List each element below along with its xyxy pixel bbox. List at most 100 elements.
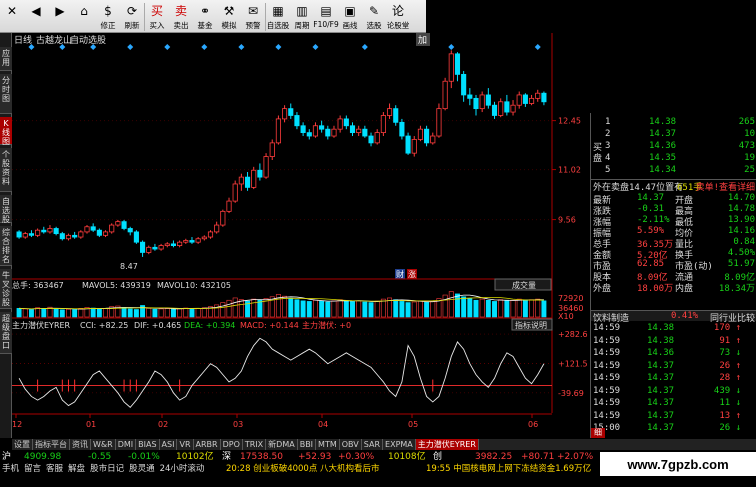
left-tab[interactable]: 牛叉诊股	[0, 269, 12, 309]
volume-bar	[41, 308, 47, 318]
correct-button[interactable]: $ 修正	[96, 0, 120, 33]
select-stock-button[interactable]: ✎ 选股	[362, 0, 386, 33]
bottom-menu-item[interactable]: 24小时滚动	[160, 464, 205, 474]
simulate-button[interactable]: ⚒ 模拟	[217, 0, 241, 33]
indicator-tab[interactable]: 设置	[12, 439, 33, 450]
indicator-tab[interactable]: ARBR	[194, 439, 221, 450]
indicator-tab[interactable]: DPO	[221, 439, 243, 450]
refresh-button[interactable]: ⟳ 刷新	[120, 0, 144, 33]
left-tab[interactable]: 综合排名	[0, 226, 12, 266]
indicator-tab[interactable]: DMI	[116, 439, 137, 450]
left-tab[interactable]: 应用	[0, 47, 12, 71]
tick-time: 14:59	[593, 398, 621, 408]
sz-change: +52.93	[298, 452, 332, 462]
candle-body	[491, 104, 498, 116]
candle-body	[393, 108, 399, 123]
left-side-tabs: 应用分时图 K线图个股资料自选股综合排名牛叉诊股超级盘口	[0, 33, 12, 438]
left-tab[interactable]: 分时图	[0, 74, 12, 114]
indicator-tab[interactable]: VR	[177, 439, 194, 450]
candle-body	[485, 94, 491, 106]
indicator-tab[interactable]: TRIX	[243, 439, 267, 450]
indicator-tab[interactable]: 指标平台	[33, 439, 70, 450]
volume-bar	[448, 291, 454, 318]
volume-bar	[226, 299, 232, 318]
bottom-menu-item[interactable]: 手机	[2, 464, 19, 474]
candle-body	[529, 97, 535, 104]
watchlist-button[interactable]: ▦ 自选股	[266, 0, 290, 33]
stat-value: -0.31	[637, 204, 665, 214]
x-tick-label: 03	[233, 420, 243, 429]
volume-bar	[492, 301, 497, 318]
buy-button[interactable]: 买买入	[145, 0, 169, 33]
volume-bar	[53, 308, 59, 318]
volume-bar	[220, 302, 226, 318]
x-tick-label: 05	[408, 420, 418, 429]
indicator-tab[interactable]: MTM	[316, 439, 340, 450]
volume-ma5: MAVOL5: 439319	[82, 281, 151, 290]
volume-bar	[103, 308, 108, 318]
period-button[interactable]: ▥ 周期	[290, 0, 314, 33]
candle-body	[121, 221, 127, 229]
volume-ma10: MAVOL10: 432105	[157, 281, 231, 290]
bottom-menu-item[interactable]: 解盘	[68, 464, 85, 474]
tick-volume: 28 ↑	[719, 373, 741, 383]
bottom-menu-item[interactable]: 股市日记	[90, 464, 124, 474]
forum-button[interactable]: 论论股堂	[386, 0, 410, 33]
fund-button[interactable]: ⚭ 基金	[193, 0, 217, 33]
indicator-tick-label: -39.69	[558, 389, 584, 398]
close-icon: ✕	[6, 4, 18, 18]
bottom-menu-item[interactable]: 股灵通	[129, 464, 155, 474]
cy-label: 创	[433, 452, 443, 462]
alert-button[interactable]: ✉ 预警	[241, 0, 265, 33]
volume-bar	[152, 308, 158, 318]
cy-change: +80.71	[521, 452, 555, 462]
indicator-tab[interactable]: BBI	[298, 439, 317, 450]
indicator-tab[interactable]: W&R	[91, 439, 116, 450]
news-2[interactable]: 19:55 中国核电网上网下冻结资金1.69万亿	[426, 464, 591, 475]
volume-bar	[66, 308, 71, 318]
volume-bar	[177, 308, 183, 318]
candle-body	[461, 73, 467, 96]
candle-body	[467, 94, 473, 99]
back-button[interactable]: ◀	[24, 0, 48, 33]
bottom-menu-item[interactable]: 留言	[24, 464, 41, 474]
volume-bar	[183, 307, 189, 318]
indicator-tab[interactable]: SAR	[362, 439, 384, 450]
volume-bar	[170, 308, 176, 318]
indicator-tab[interactable]: ASI	[160, 439, 178, 450]
indicator-tab[interactable]: 主力潜伏EYRER	[415, 439, 479, 450]
add-button[interactable]: 加	[418, 35, 427, 46]
left-tab[interactable]: 个股资料	[0, 148, 12, 192]
indicator-tab[interactable]: EXPMA	[383, 439, 416, 450]
tick-row: 14:59 14.37 11 ↓	[591, 398, 756, 409]
kline-chart[interactable]: 日线 古越龙山 自动选股 加 12.45 11.02 9.56 8.47 财 涨 总…	[12, 33, 590, 438]
bottom-menu-item[interactable]: 客服	[46, 464, 63, 474]
sell-icon: 卖	[174, 4, 187, 18]
volume-bar	[405, 302, 411, 318]
forward-button[interactable]: ▶	[48, 0, 72, 33]
tick-row: 14:59 14.37 26 ↑	[591, 361, 756, 372]
refresh-icon: ⟳	[126, 4, 138, 18]
stat-row: 股本 8.09亿 流通 8.09亿	[591, 270, 756, 283]
tick-volume: 91 ↑	[719, 335, 741, 346]
news-1[interactable]: 20:28 创业板破4000点 八大机构看后市	[226, 464, 380, 475]
refresh-label: 刷新	[124, 21, 140, 30]
candle-body	[257, 169, 263, 178]
candle-body	[102, 231, 109, 236]
indicator-tab[interactable]: BIAS	[136, 439, 160, 450]
stat-value: 62.85	[637, 259, 665, 269]
indicator-tab[interactable]: 资讯	[70, 439, 91, 450]
detail-tab[interactable]: 细	[591, 428, 605, 438]
f10-button[interactable]: ▤ F10/F9	[313, 0, 338, 33]
left-tab[interactable]: K线图	[0, 117, 12, 146]
left-tab[interactable]: 自选股	[0, 195, 12, 224]
stat-value: 0.84	[733, 237, 755, 247]
indicator-tab[interactable]: OBV	[340, 439, 362, 450]
volume-bar	[312, 299, 318, 318]
close-button[interactable]: ✕	[0, 0, 24, 33]
left-tab[interactable]: 超级盘口	[0, 312, 12, 354]
home-button[interactable]: ⌂	[72, 0, 96, 33]
indicator-tab[interactable]: 新DMA	[266, 439, 298, 450]
sell-button[interactable]: 卖卖出	[169, 0, 193, 33]
draw-button[interactable]: ▣ 画线	[338, 0, 362, 33]
